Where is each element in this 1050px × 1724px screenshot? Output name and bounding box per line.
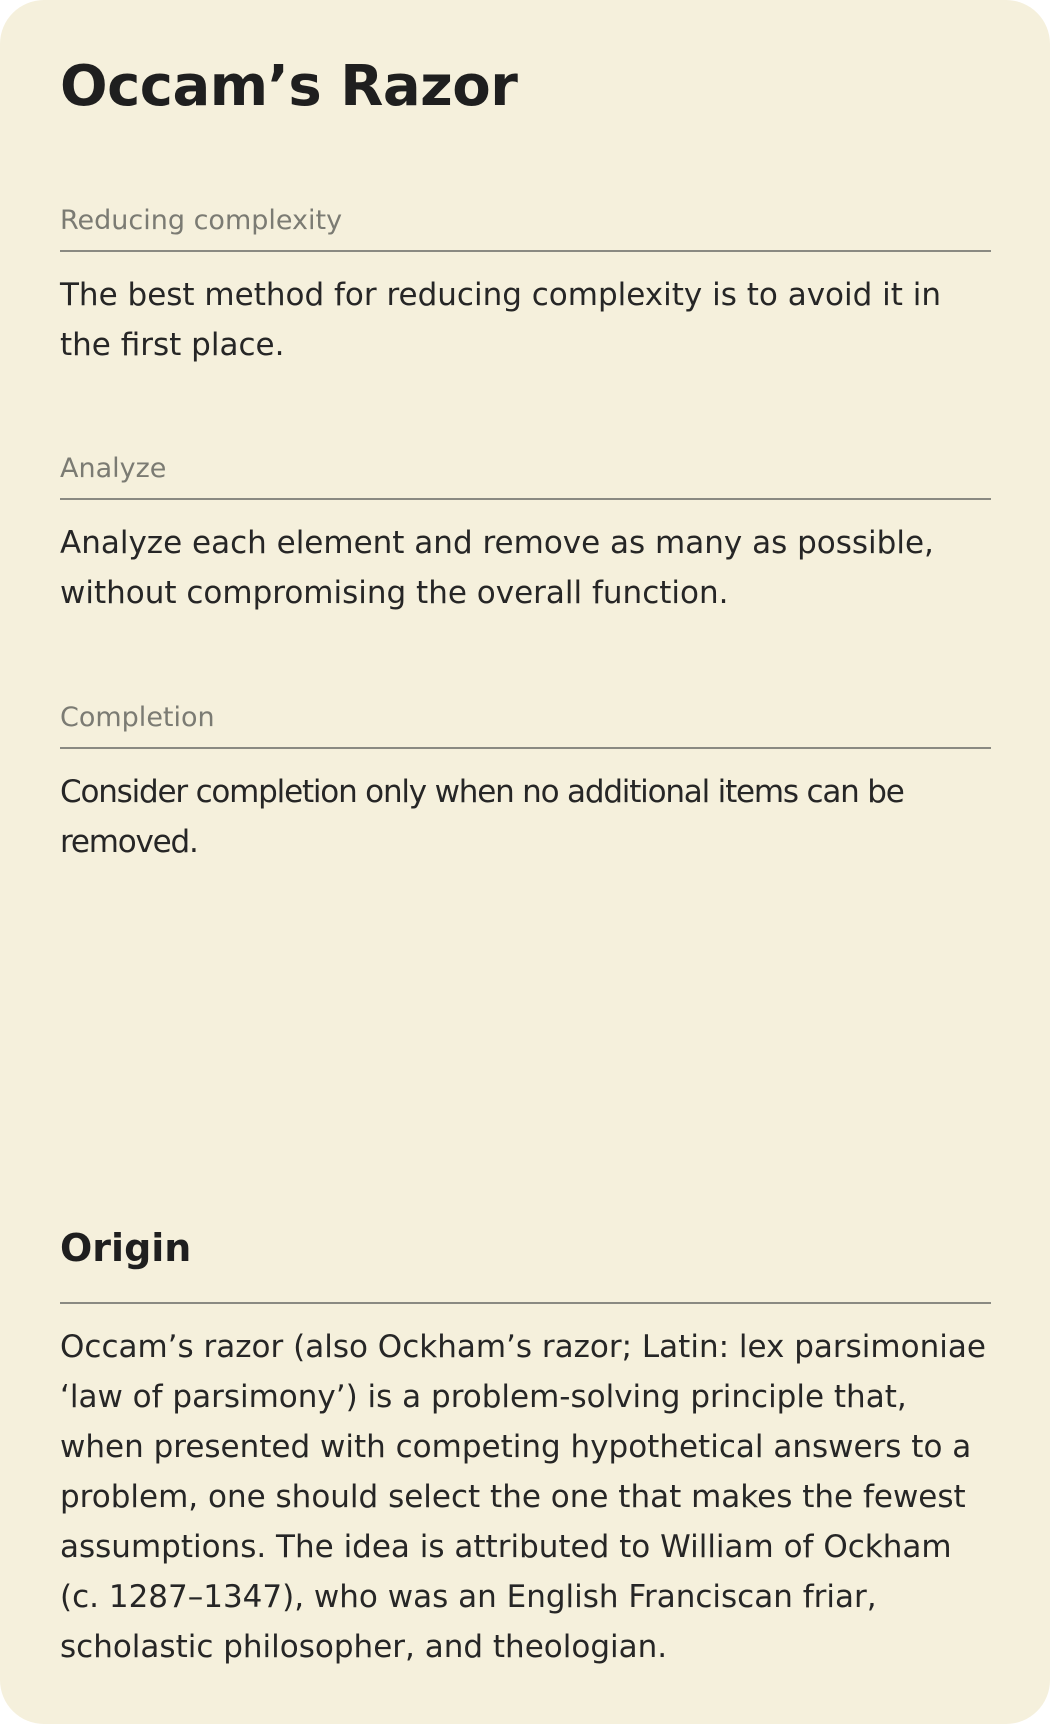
section-label: Reducing complexity <box>60 203 991 253</box>
section-text: Consider completion only when no additio… <box>60 774 905 861</box>
section-label: Completion <box>60 700 991 750</box>
origin-section: Origin Occam’s razor (also Ockham’s razo… <box>60 1226 991 1672</box>
occams-razor-card: Occam’s Razor Reducing complexity The be… <box>0 0 1050 1724</box>
section-text: The best method for reducing complexity … <box>60 277 942 364</box>
card-title: Occam’s Razor <box>60 54 518 119</box>
origin-title: Origin <box>60 1226 991 1304</box>
section-analyze: Analyze Analyze each element and remove … <box>60 451 991 618</box>
section-label: Analyze <box>60 451 991 501</box>
section-reducing-complexity: Reducing complexity The best method for … <box>60 203 991 370</box>
origin-text: Occam’s razor (also Ockham’s razor; Lati… <box>60 1328 986 1665</box>
section-completion: Completion Consider completion only when… <box>60 700 991 867</box>
section-text: Analyze each element and remove as many … <box>60 525 934 612</box>
